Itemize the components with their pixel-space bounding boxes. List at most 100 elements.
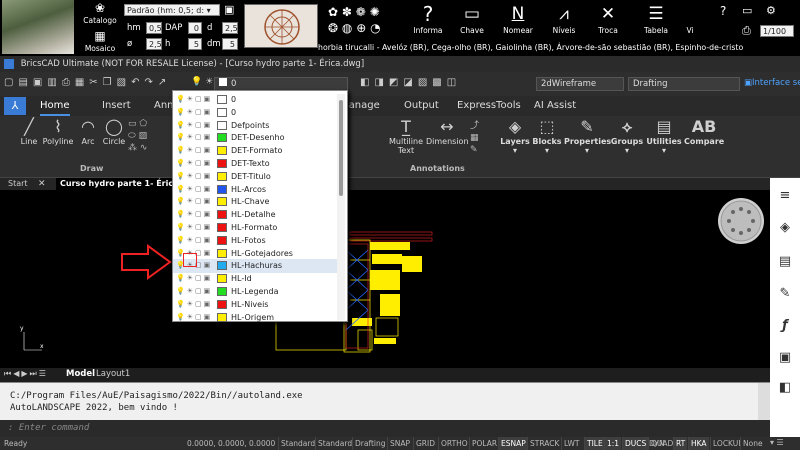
tab-expresstools[interactable]: ExpressTools (457, 96, 521, 116)
next-layout-icon[interactable]: ▶ (21, 369, 29, 378)
layer-row[interactable]: 💡☀▢▣ HL-Chave (173, 195, 341, 209)
polygon-icon[interactable]: ⬠ (139, 119, 147, 129)
esnap-toggle[interactable]: ESNAP (498, 437, 528, 450)
blocks-panel-button[interactable]: ⬚ Blocks ▾ (532, 118, 562, 156)
open-icon[interactable]: ▤ (18, 77, 32, 88)
undo-icon[interactable]: ↶ (131, 77, 144, 88)
layer-dropdown[interactable]: 0 (214, 77, 348, 91)
layer-state-icon[interactable]: 💡☀▢▣ (176, 157, 212, 171)
layer-state-icon[interactable]: 💡☀▢▣ (176, 106, 212, 120)
save-icon[interactable]: ▣ (224, 3, 236, 16)
layer-state-icon[interactable]: 💡☀▢▣ (176, 195, 212, 209)
panel-library-icon[interactable]: ▣ (775, 348, 795, 368)
layer-row[interactable]: 💡☀▢▣ HL-Formato (173, 221, 341, 235)
view-navigation-cube[interactable] (718, 198, 764, 244)
workspace-dropdown[interactable]: Drafting (628, 77, 740, 91)
h-input[interactable]: 5 (188, 38, 202, 50)
strack-toggle[interactable]: STRACK (527, 437, 561, 450)
hatch-icon[interactable]: ◍ (342, 21, 352, 35)
arc-button[interactable]: ◠ Arc (76, 118, 100, 147)
layout-list-icon[interactable]: ☰ (39, 369, 48, 378)
compare-panel-button[interactable]: AB Compare (684, 118, 724, 147)
annotation-scale[interactable]: 1:1 (604, 437, 622, 450)
new-file-icon[interactable]: ▢ (4, 77, 18, 88)
panel-dock-icon[interactable]: ◧ (775, 378, 795, 398)
dimension-button[interactable]: ↔ Dimension (426, 118, 469, 147)
niveis-button[interactable]: ⩘ Níveis (548, 4, 580, 35)
utilities-panel-button[interactable]: ▤ Utilities ▾ (646, 118, 682, 156)
hka-toggle[interactable]: HKA (688, 437, 709, 450)
interface-settings-link[interactable]: ▣Interface setting (744, 78, 800, 88)
scrollbar-thumb[interactable] (339, 100, 343, 196)
redo-icon[interactable]: ↷ (144, 77, 157, 88)
ducs-toggle[interactable]: DUCS (622, 437, 649, 450)
layer-iso-icon[interactable]: ◨ (374, 77, 388, 88)
tab-model[interactable]: Model (66, 369, 95, 379)
last-layout-icon[interactable]: ⏭ (30, 369, 39, 378)
layers-panel-button[interactable]: ◈ Layers ▾ (498, 118, 532, 156)
layer-row[interactable]: 💡☀▢▣ HL-Niveis (173, 298, 341, 312)
tabela-button[interactable]: ☰ Tabela (640, 4, 672, 35)
plant-thumbnail[interactable] (2, 0, 74, 54)
layer-row[interactable]: 💡☀▢▣ 0 (173, 106, 341, 120)
status-menu-icon[interactable]: ▾ ☰ (770, 438, 784, 447)
layer-row[interactable]: 💡☀▢▣ DET-Desenho (173, 131, 341, 145)
layer-state-icon[interactable]: 💡☀▢▣ (176, 208, 212, 222)
fruit-icon[interactable]: ❂ (328, 21, 338, 35)
lockui-toggle[interactable]: LOCKUI (710, 437, 742, 450)
copy-icon[interactable]: ❐ (103, 77, 117, 88)
layer-freeze-icon[interactable]: ◪ (403, 77, 417, 88)
panel-structure-icon[interactable]: ▤ (775, 252, 795, 272)
tree-icon[interactable]: ✽ (342, 5, 352, 19)
leader-icon[interactable]: ⤴ (470, 121, 479, 131)
informa-button[interactable]: ? Informa (412, 4, 444, 35)
layer-prev-icon[interactable]: ◧ (360, 77, 374, 88)
scale-input[interactable]: 1/100 (760, 25, 794, 37)
paste-icon[interactable]: ▧ (117, 77, 131, 88)
point-icon[interactable]: ⁂ (128, 143, 137, 153)
chave-button[interactable]: ▭ Chave (456, 4, 488, 35)
tab-home[interactable]: Home (40, 96, 70, 116)
layer-row[interactable]: 💡☀▢▣ HL-Origem (173, 311, 341, 325)
layer-row[interactable]: 💡☀▢▣ Defpoints (173, 119, 341, 133)
save-file-icon[interactable]: ▣ (33, 77, 47, 88)
tab-ai-assist[interactable]: AI Assist (534, 96, 576, 116)
layer-state-icon[interactable]: 💡☀▢▣ (176, 221, 212, 235)
panel-properties-icon[interactable]: ≡ (775, 186, 795, 206)
hm-input[interactable]: 0,5 (146, 22, 162, 34)
match-icon[interactable]: ↗ (158, 77, 171, 88)
command-input[interactable]: : Enter command (0, 420, 770, 437)
snap-toggle[interactable]: SNAP (387, 437, 412, 450)
visual-style-dropdown[interactable]: 2dWireframe (536, 77, 624, 91)
layer-walk-icon[interactable]: ◫ (447, 77, 461, 88)
layer-row[interactable]: 💡☀▢▣ DET-Titulo (173, 170, 341, 184)
rock-icon[interactable]: ◔ (370, 21, 380, 35)
properties-panel-button[interactable]: ✎ Properties ▾ (564, 118, 611, 156)
catalogo-button[interactable]: ❀ Catalogo (82, 2, 118, 25)
plant-symbol-preview[interactable] (244, 4, 318, 48)
layer-state-icon[interactable]: 💡☀▢▣ (176, 298, 212, 312)
layer-state-icon[interactable]: 💡☀▢▣ (176, 144, 212, 158)
command-scrollbar[interactable] (758, 383, 770, 421)
troca-button[interactable]: ✕ Troca (592, 4, 624, 35)
layer-row[interactable]: 💡☀▢▣ HL-Arcos (173, 183, 341, 197)
layer-state-icon[interactable]: 💡☀▢▣ (176, 183, 212, 197)
tab-output[interactable]: Output (404, 96, 439, 116)
grass-icon[interactable]: ✺ (370, 5, 380, 19)
multiline-text-button[interactable]: T̲ Multiline Text (386, 118, 426, 156)
flower-icon[interactable]: ✿ (328, 5, 338, 19)
layer-off-icon[interactable]: ◩ (389, 77, 403, 88)
shrub-icon[interactable]: ❁ (356, 5, 366, 19)
layer-state-icon[interactable]: 💡☀▢▣ (176, 170, 212, 184)
layer-row[interactable]: 💡☀▢▣ 0 (173, 93, 341, 107)
layer-list-scrollbar[interactable] (337, 94, 345, 320)
grid-toggle[interactable]: GRID (413, 437, 437, 450)
layer-state-icon[interactable]: 💡☀▢▣ (176, 272, 212, 286)
dim-style-status[interactable]: Standard (315, 437, 354, 450)
settings-icon[interactable]: ⚙ (766, 4, 776, 17)
workspace-status[interactable]: Drafting (352, 437, 388, 450)
layer-row[interactable]: 💡☀▢▣ HL-Hachuras (173, 259, 341, 273)
tile-toggle[interactable]: TILE (584, 437, 605, 450)
print-preview-icon[interactable]: ⎙ (62, 77, 75, 88)
pot-icon[interactable]: ⊕ (356, 21, 366, 35)
